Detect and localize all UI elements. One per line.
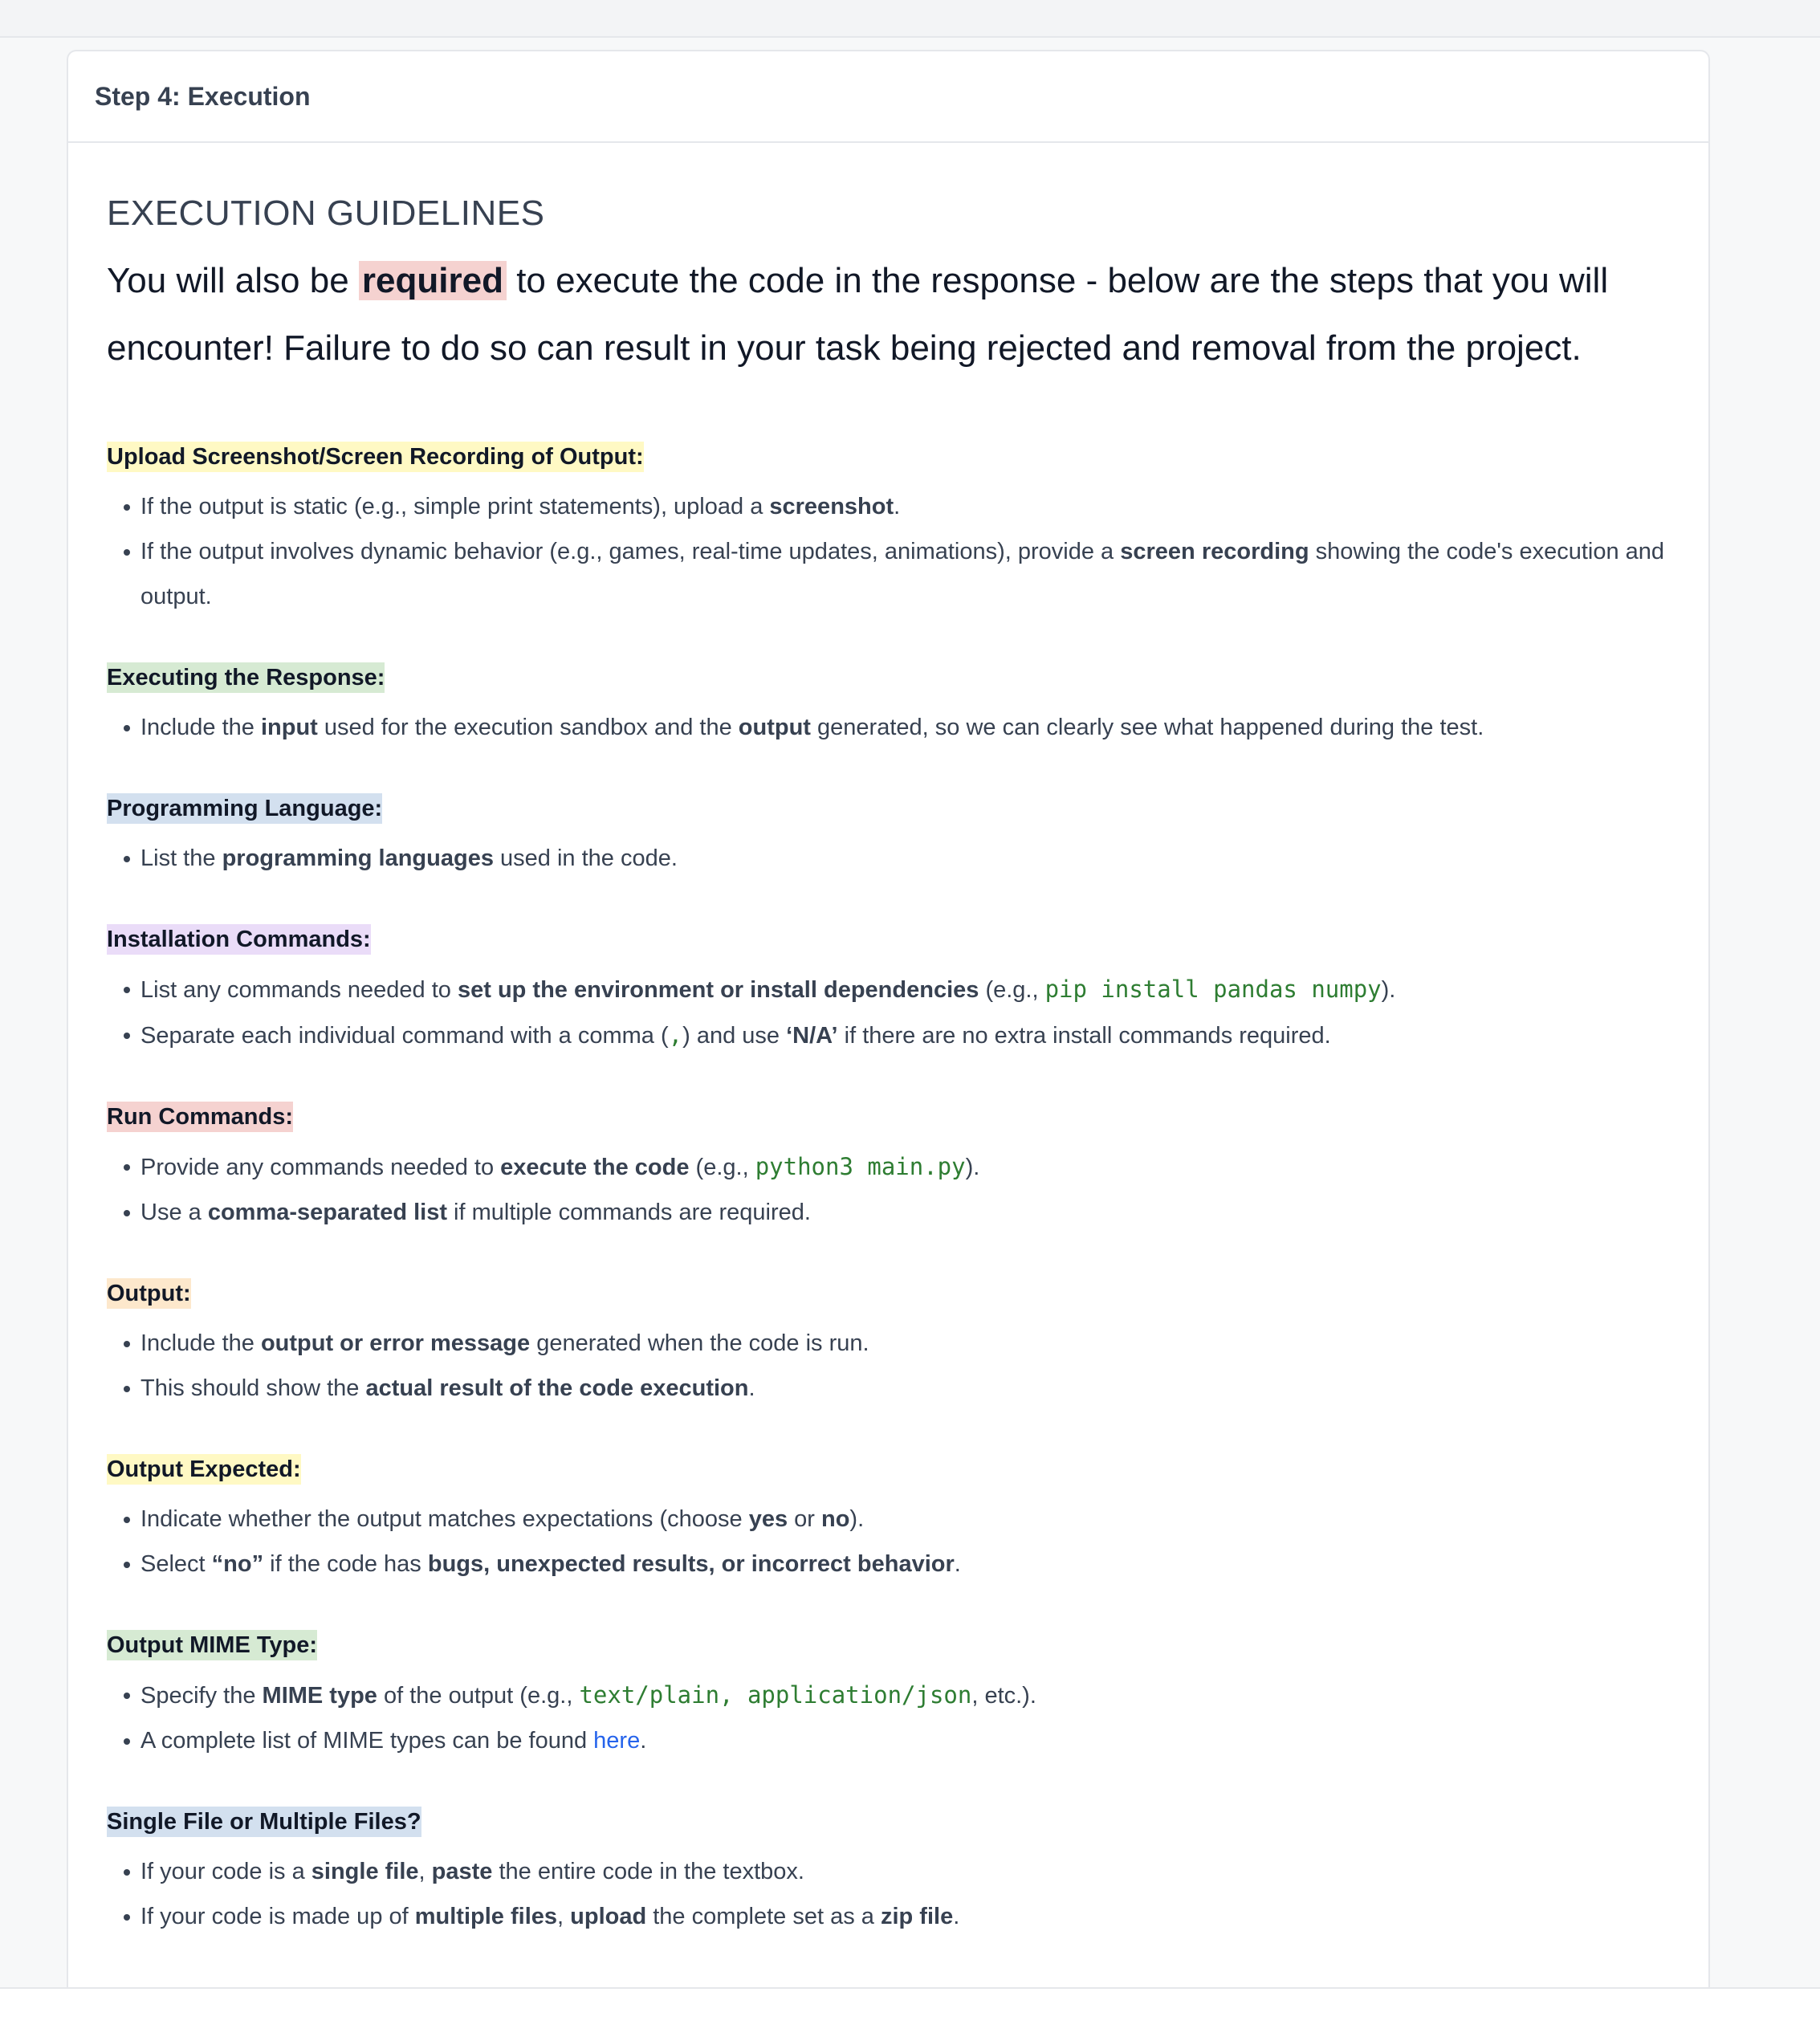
guidelines-heading: EXECUTION GUIDELINES — [107, 194, 545, 233]
list-item: Specify the MIME type of the output (e.g… — [107, 1672, 1670, 1718]
intro-required-highlight: required — [358, 261, 507, 300]
step-card: Step 4: Execution EXECUTION GUIDELINES Y… — [67, 50, 1710, 2041]
section-title-files: Single File or Multiple Files? — [107, 1807, 421, 1837]
list-mime: Specify the MIME type of the output (e.g… — [107, 1672, 1670, 1763]
section-files: Single File or Multiple Files? If your c… — [107, 1807, 1670, 1939]
section-title-output: Output: — [107, 1278, 191, 1309]
intro-text-start: You will also be — [107, 261, 359, 300]
list-item: If your code is a single file, paste the… — [107, 1849, 1670, 1894]
guidelines-intro: You will also be required to execute the… — [107, 247, 1670, 382]
section-install: Installation Commands: List any commands… — [107, 924, 1670, 1058]
list-item: A complete list of MIME types can be fou… — [107, 1718, 1670, 1763]
section-title-language: Programming Language: — [107, 793, 383, 824]
card-header: Step 4: Execution — [68, 51, 1708, 143]
section-executing: Executing the Response: Include the inpu… — [107, 662, 1670, 750]
list-expected: Indicate whether the output matches expe… — [107, 1497, 1670, 1587]
section-upload: Upload Screenshot/Screen Recording of Ou… — [107, 442, 1670, 619]
list-files: If your code is a single file, paste the… — [107, 1849, 1670, 1939]
list-item: Use a comma-separated list if multiple c… — [107, 1190, 1670, 1235]
bottom-bar — [0, 1987, 1820, 2041]
list-item: If your code is made up of multiple file… — [107, 1894, 1670, 1939]
list-output: Include the output or error message gene… — [107, 1321, 1670, 1411]
section-run: Run Commands: Provide any commands neede… — [107, 1102, 1670, 1235]
section-title-mime: Output MIME Type: — [107, 1630, 318, 1660]
card-title: Step 4: Execution — [95, 81, 311, 111]
list-item: Select “no” if the code has bugs, unexpe… — [107, 1542, 1670, 1587]
list-item: Separate each individual command with a … — [107, 1012, 1670, 1058]
section-output: Output: Include the output or error mess… — [107, 1278, 1670, 1411]
list-item: This should show the actual result of th… — [107, 1366, 1670, 1411]
section-title-expected: Output Expected: — [107, 1454, 301, 1485]
list-executing: Include the input used for the execution… — [107, 705, 1670, 750]
list-language: List the programming languages used in t… — [107, 836, 1670, 881]
list-item: Include the input used for the execution… — [107, 705, 1670, 750]
list-item: Indicate whether the output matches expe… — [107, 1497, 1670, 1542]
top-bar — [0, 0, 1820, 38]
list-item: Provide any commands needed to execute t… — [107, 1144, 1670, 1190]
code-snippet: text/plain — [579, 1681, 720, 1709]
code-snippet: , — [668, 1021, 683, 1049]
list-item: List the programming languages used in t… — [107, 836, 1670, 881]
list-upload: If the output is static (e.g., simple pr… — [107, 484, 1670, 619]
code-snippet: application/json — [747, 1681, 972, 1709]
list-item: If the output is static (e.g., simple pr… — [107, 484, 1670, 529]
section-title-executing: Executing the Response: — [107, 662, 385, 693]
list-item: List any commands needed to set up the e… — [107, 967, 1670, 1012]
list-install: List any commands needed to set up the e… — [107, 967, 1670, 1058]
code-snippet: python3 main.py — [755, 1153, 966, 1180]
section-title-upload: Upload Screenshot/Screen Recording of Ou… — [107, 442, 644, 472]
list-run: Provide any commands needed to execute t… — [107, 1144, 1670, 1235]
code-snippet: , — [719, 1681, 747, 1709]
mime-types-link[interactable]: here — [593, 1728, 640, 1754]
section-title-run: Run Commands: — [107, 1102, 293, 1132]
code-snippet: pip install pandas numpy — [1044, 976, 1382, 1003]
section-language: Programming Language: List the programmi… — [107, 793, 1670, 881]
section-mime: Output MIME Type: Specify the MIME type … — [107, 1630, 1670, 1763]
list-item: Include the output or error message gene… — [107, 1321, 1670, 1366]
section-title-install: Installation Commands: — [107, 924, 371, 955]
section-expected: Output Expected: Indicate whether the ou… — [107, 1454, 1670, 1587]
list-item: If the output involves dynamic behavior … — [107, 529, 1670, 619]
card-body: EXECUTION GUIDELINES You will also be re… — [68, 143, 1708, 1939]
